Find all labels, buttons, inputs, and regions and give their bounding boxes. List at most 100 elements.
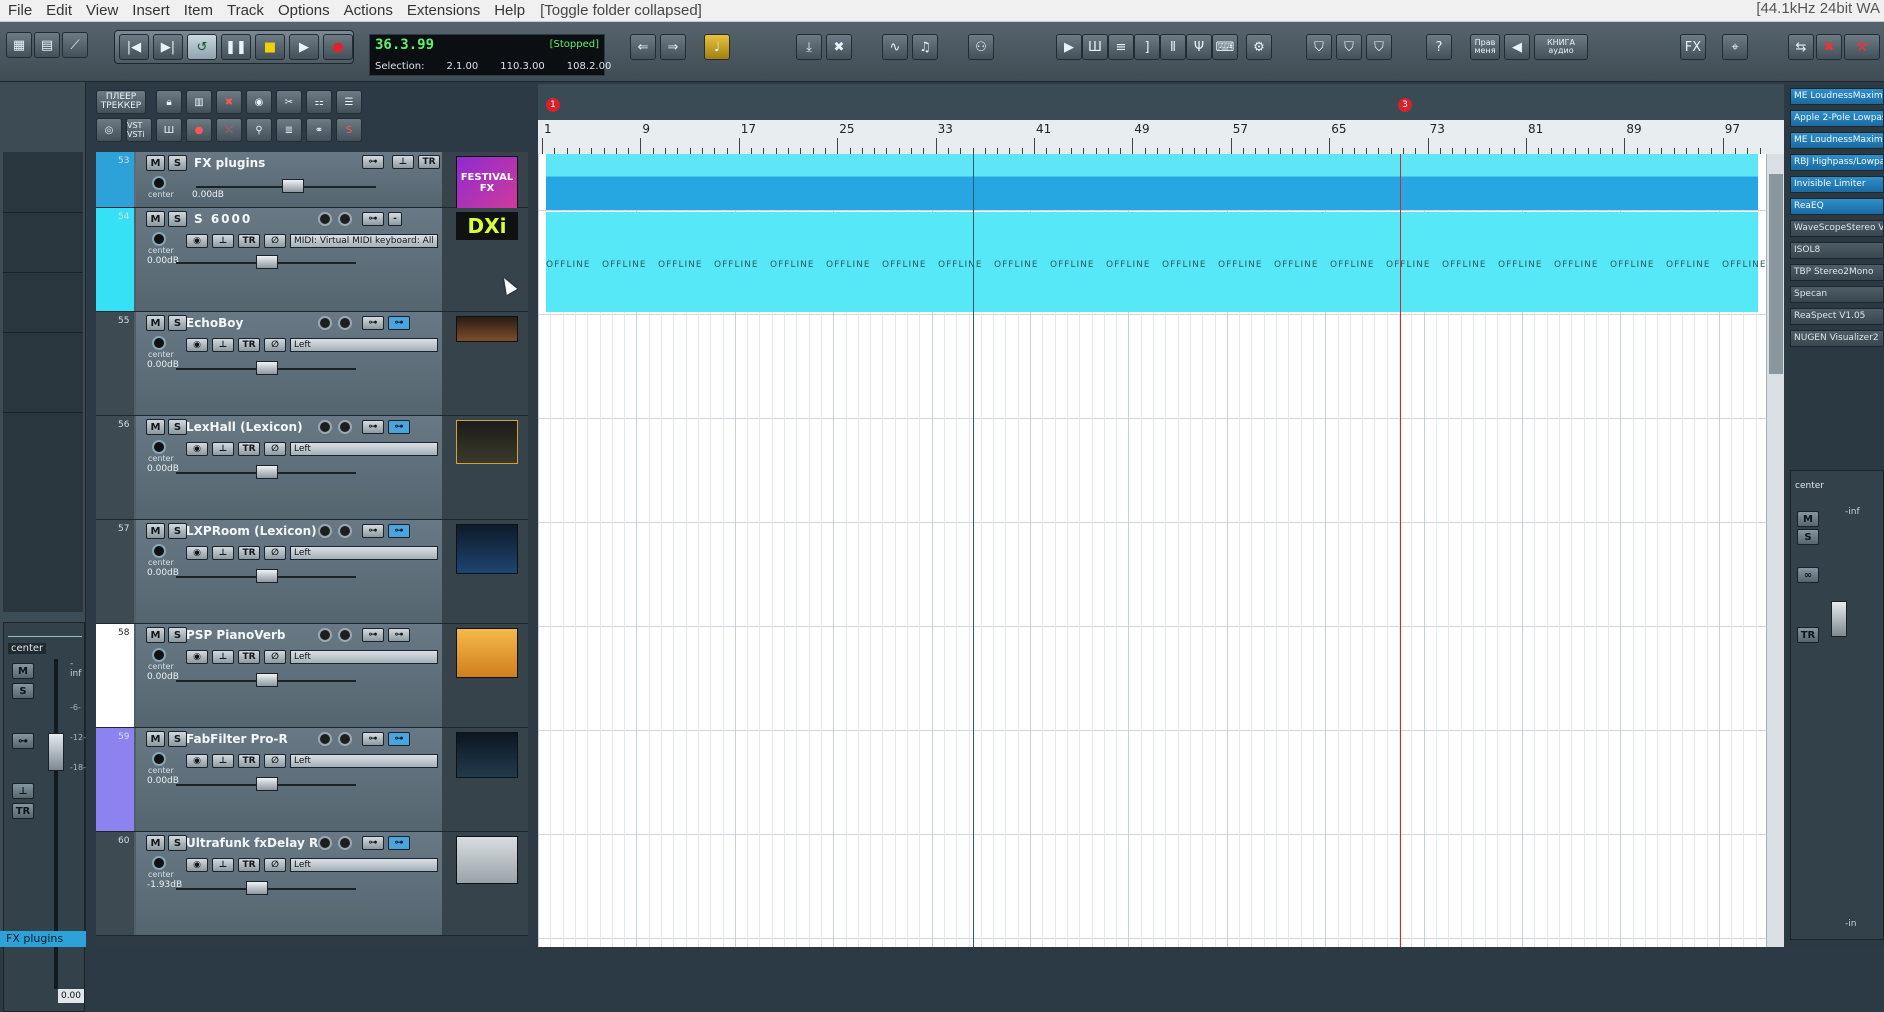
- phase-invert-button[interactable]: ∅: [264, 858, 286, 872]
- phase-invert-button[interactable]: ∅: [264, 546, 286, 560]
- pan-knob[interactable]: [152, 232, 166, 246]
- fx-active-button[interactable]: ⊶: [388, 836, 410, 850]
- pro-r-thumb[interactable]: [456, 732, 518, 778]
- monitor-button[interactable]: [338, 524, 352, 538]
- mute-button[interactable]: M: [146, 419, 165, 435]
- track-name[interactable]: PSP PianoVerb: [186, 628, 285, 642]
- lexhall-thumb[interactable]: [456, 420, 518, 464]
- menu-extensions[interactable]: Extensions: [400, 0, 487, 22]
- menu-help[interactable]: Help: [487, 0, 532, 22]
- volume-fader[interactable]: [256, 361, 278, 375]
- envelope-tool-icon[interactable]: ⟋: [62, 32, 88, 58]
- mute-button[interactable]: M: [146, 523, 165, 539]
- input-route-select[interactable]: Left: [290, 338, 438, 352]
- tr-button[interactable]: TR: [238, 234, 260, 248]
- mixer-icon[interactable]: Ш: [1082, 34, 1108, 60]
- solo-button[interactable]: S: [168, 211, 187, 227]
- pan-knob[interactable]: [152, 176, 166, 190]
- fx-solo-button[interactable]: S: [1797, 529, 1819, 545]
- split-icon[interactable]: ⫴: [1160, 34, 1186, 60]
- fx-plugins-thumb[interactable]: FESTIVAL FX: [456, 156, 518, 210]
- fx-active-button[interactable]: ⊶: [388, 316, 410, 330]
- input-button[interactable]: ◉: [186, 754, 208, 768]
- tr-button[interactable]: TR: [418, 155, 440, 169]
- solo-button[interactable]: S: [168, 419, 187, 435]
- stop-button[interactable]: ■: [255, 34, 285, 60]
- mute-button[interactable]: M: [146, 731, 165, 747]
- record-arm-button[interactable]: [318, 628, 332, 642]
- phase-button[interactable]: ⊥: [212, 234, 234, 248]
- speaker-icon[interactable]: ◎: [96, 118, 122, 142]
- echoboy-thumb[interactable]: [456, 316, 518, 342]
- settings-gear-icon[interactable]: ⚙: [1246, 34, 1272, 60]
- solo-button[interactable]: S: [168, 731, 187, 747]
- fx-master-fader[interactable]: [1831, 601, 1847, 637]
- marker-badge[interactable]: 3: [1398, 98, 1412, 112]
- tr-button[interactable]: TR: [238, 754, 260, 768]
- fx-off-icon[interactable]: ✖: [216, 90, 242, 114]
- menu-file[interactable]: File: [0, 0, 39, 22]
- track-meter-icon[interactable]: ▥: [186, 90, 212, 114]
- phase-invert-button[interactable]: ∅: [264, 442, 286, 456]
- track-row[interactable]: 58 M S PSP PianoVerb ⊶ ⊶ center 0.00dB ◉…: [96, 624, 528, 728]
- fx-chain-item[interactable]: RBJ Highpass/Lowpas: [1790, 154, 1884, 171]
- undo-icon[interactable]: ⇐: [630, 34, 656, 60]
- track-name[interactable]: EchoBoy: [186, 316, 243, 330]
- solo-button[interactable]: S: [168, 627, 187, 643]
- marker-badge[interactable]: 1: [546, 98, 560, 112]
- master-pan-slider[interactable]: [8, 627, 82, 637]
- fx-button[interactable]: ⊶: [388, 628, 410, 642]
- input-route-select[interactable]: Left: [290, 754, 438, 768]
- phase-button[interactable]: ⊥: [212, 650, 234, 664]
- menu-insert[interactable]: Insert: [125, 0, 177, 22]
- fx-chain-item[interactable]: WaveScopeStereo V: [1790, 220, 1884, 237]
- phase-button[interactable]: ⊥: [212, 442, 234, 456]
- media-explorer-icon[interactable]: ♫: [912, 34, 938, 60]
- phase-button[interactable]: ⊥: [392, 155, 414, 169]
- tr-button[interactable]: TR: [238, 546, 260, 560]
- delete-fx-icon[interactable]: ✖: [826, 34, 852, 60]
- input-route-select[interactable]: Left: [290, 858, 438, 872]
- fx-chain-item[interactable]: Apple 2-Pole Lowpass: [1790, 110, 1884, 127]
- tr-button[interactable]: TR: [238, 338, 260, 352]
- track-name[interactable]: S 6000: [194, 212, 252, 226]
- mute-button[interactable]: M: [146, 835, 165, 851]
- track-list-icon[interactable]: ☰: [336, 90, 362, 114]
- arrange-view[interactable]: OFFLINE OFFLINE OFFLINE OFFLINE OFFLINE OFFLI…: [538, 154, 1766, 947]
- io-button[interactable]: ⊶: [362, 420, 384, 434]
- volume-fader[interactable]: [256, 569, 278, 583]
- fx-chain-item[interactable]: ME LoudnessMaximiz: [1790, 88, 1884, 105]
- fx-active-button[interactable]: ⊶: [388, 524, 410, 538]
- cut-icon[interactable]: ✂: [276, 90, 302, 114]
- loop-toggle-button[interactable]: ↺: [187, 34, 217, 60]
- keyboard-icon[interactable]: ⌨: [1212, 34, 1238, 60]
- help-icon[interactable]: ?: [1426, 34, 1452, 60]
- solo-button[interactable]: S: [168, 523, 187, 539]
- master-mute-button[interactable]: M: [12, 663, 34, 679]
- volume-fader[interactable]: [256, 673, 278, 687]
- pan-knob[interactable]: [152, 856, 166, 870]
- record-arm-button[interactable]: [318, 420, 332, 434]
- phase-invert-button[interactable]: ∅: [264, 338, 286, 352]
- solo-button[interactable]: S: [168, 315, 187, 331]
- fork-icon[interactable]: Ψ: [1186, 34, 1212, 60]
- shirt-refresh-icon[interactable]: ⛉: [1366, 34, 1392, 60]
- io-button[interactable]: ⊶: [362, 732, 384, 746]
- track-name[interactable]: Ultrafunk fxDelay R3: [186, 836, 327, 850]
- pan-knob[interactable]: [152, 544, 166, 558]
- routing-matrix-icon[interactable]: ⚏: [306, 90, 332, 114]
- phase-invert-button[interactable]: ∅: [264, 234, 286, 248]
- metronome-icon[interactable]: ♩: [704, 34, 730, 60]
- master-fader[interactable]: [48, 733, 64, 771]
- master-io-button[interactable]: ⊶: [12, 733, 34, 749]
- phase-button[interactable]: ⊥: [212, 858, 234, 872]
- track-name[interactable]: LXPRoom (Lexicon): [186, 524, 317, 538]
- fx-chain-item[interactable]: ReaEQ: [1790, 198, 1884, 215]
- render-icon[interactable]: ⤓: [796, 34, 822, 60]
- color-palette-icon[interactable]: ▤: [34, 32, 60, 58]
- fx-active-button[interactable]: ⊶: [388, 732, 410, 746]
- volume-fader[interactable]: [256, 255, 278, 269]
- monitor-button[interactable]: [338, 732, 352, 746]
- monitor-button[interactable]: [338, 316, 352, 330]
- master-phase-button[interactable]: ⊥: [12, 783, 34, 799]
